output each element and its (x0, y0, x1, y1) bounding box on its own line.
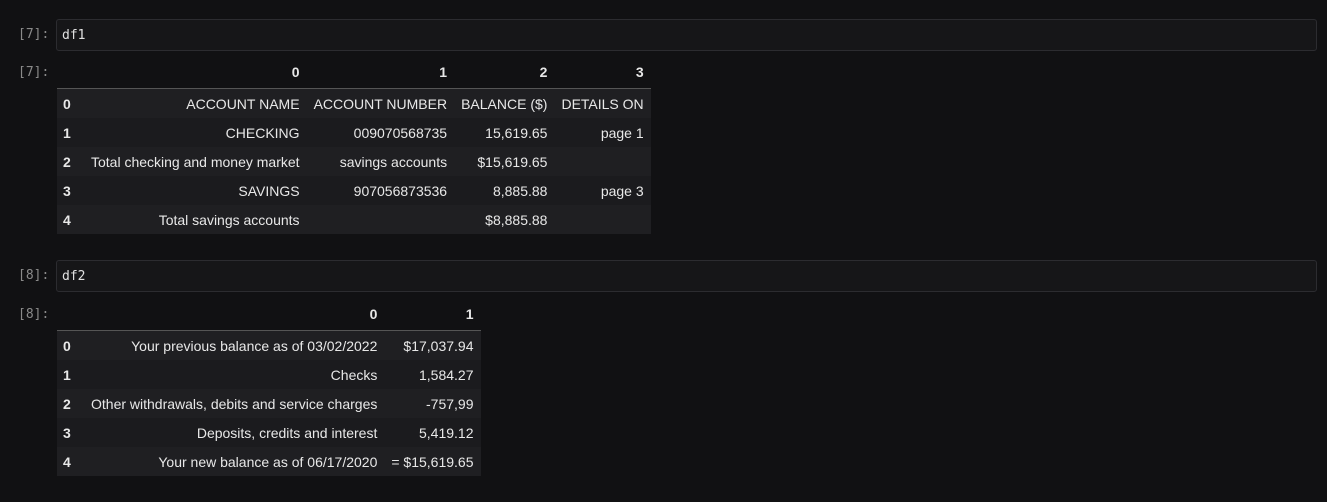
table-cell: Your new balance as of 06/17/2020 (158, 453, 378, 470)
column-header: 2 (454, 56, 555, 89)
row-index: 3 (63, 182, 71, 199)
table-cell: 907056873536 (353, 182, 448, 199)
row-index: 2 (63, 153, 71, 170)
index-header (57, 56, 84, 89)
row-index: 4 (63, 453, 71, 470)
table-cell: 15,619.65 (485, 124, 548, 141)
row-index: 3 (63, 424, 71, 441)
output-prompt: [7]: (18, 65, 50, 80)
table-cell: Checks (330, 366, 378, 383)
row-index: 1 (63, 366, 71, 383)
input-prompt: [7]: (18, 27, 50, 42)
table-cell: = $15,619.65 (391, 453, 474, 470)
table-cell: $17,037.94 (403, 337, 474, 354)
row-index: 2 (63, 395, 71, 412)
table-cell: page 3 (600, 182, 644, 199)
table-row: 4 Your new balance as of 06/17/2020 = $1… (57, 447, 481, 476)
table-cell: 1,584.27 (419, 366, 474, 383)
table-cell: $15,619.65 (477, 153, 548, 170)
table-cell: BALANCE ($) (461, 95, 548, 112)
row-index: 1 (63, 124, 71, 141)
column-header: 1 (306, 56, 455, 89)
row-index: 0 (63, 337, 71, 354)
table-cell (554, 205, 650, 234)
notebook-cell-7[interactable]: [7]: df1 [7]: 0 1 2 3 0 ACCOUNT NAME ACC… (0, 0, 1327, 245)
table-cell (307, 205, 455, 234)
table-cell: CHECKING (225, 124, 300, 141)
table-row: 1 Checks 1,584.27 (57, 360, 481, 389)
row-index: 0 (63, 95, 71, 112)
table-cell: -757,99 (426, 395, 474, 412)
table-header-row: 0 1 (57, 298, 481, 331)
table-row: 3 Deposits, credits and interest 5,419.1… (57, 418, 481, 447)
table-cell: 5,419.12 (419, 424, 474, 441)
table-row: 1 CHECKING 009070568735 15,619.65 page 1 (57, 118, 651, 147)
table-cell: ACCOUNT NUMBER (313, 95, 448, 112)
table-row: 2 Total checking and money market saving… (57, 147, 651, 176)
dataframe-output: 0 1 0 Your previous balance as of 03/02/… (57, 298, 481, 476)
table-row: 3 SAVINGS 907056873536 8,885.88 page 3 (57, 176, 651, 205)
code-text[interactable]: df2 (62, 269, 85, 284)
table-cell: savings accounts (339, 153, 448, 170)
table-cell: Total checking and money market (91, 153, 300, 170)
row-index: 4 (63, 211, 71, 228)
code-text[interactable]: df1 (62, 28, 85, 43)
table-row: 0 ACCOUNT NAME ACCOUNT NUMBER BALANCE ($… (57, 88, 651, 118)
table-cell: Deposits, credits and interest (196, 424, 378, 441)
table-cell: $8,885.88 (485, 211, 548, 228)
table-cell: page 1 (600, 124, 644, 141)
notebook-cell-8[interactable]: [8]: df2 [8]: 0 1 0 Your previous balanc… (0, 245, 1327, 502)
column-header: 1 (384, 298, 481, 331)
dataframe-output: 0 1 2 3 0 ACCOUNT NAME ACCOUNT NUMBER BA… (57, 56, 651, 234)
column-header: 0 (84, 298, 385, 331)
table-cell: Your previous balance as of 03/02/2022 (131, 337, 378, 354)
output-prompt: [8]: (18, 307, 50, 322)
table-row: 0 Your previous balance as of 03/02/2022… (57, 330, 481, 360)
index-header (57, 298, 84, 331)
table-header-row: 0 1 2 3 (57, 56, 651, 89)
table-cell: DETAILS ON (561, 95, 644, 112)
code-input[interactable]: df1 (56, 19, 1317, 51)
code-input[interactable]: df2 (56, 260, 1317, 292)
table-cell: Other withdrawals, debits and service ch… (91, 395, 378, 412)
table-row: 4 Total savings accounts $8,885.88 (57, 205, 651, 234)
input-prompt: [8]: (18, 268, 50, 283)
table-row: 2 Other withdrawals, debits and service … (57, 389, 481, 418)
table-cell: Total savings accounts (158, 211, 300, 228)
table-cell (554, 147, 650, 176)
column-header: 0 (84, 56, 307, 89)
table-cell: 009070568735 (353, 124, 448, 141)
table-cell: ACCOUNT NAME (186, 95, 300, 112)
column-header: 3 (554, 56, 651, 89)
table-cell: 8,885.88 (492, 182, 548, 199)
table-cell: SAVINGS (238, 182, 300, 199)
